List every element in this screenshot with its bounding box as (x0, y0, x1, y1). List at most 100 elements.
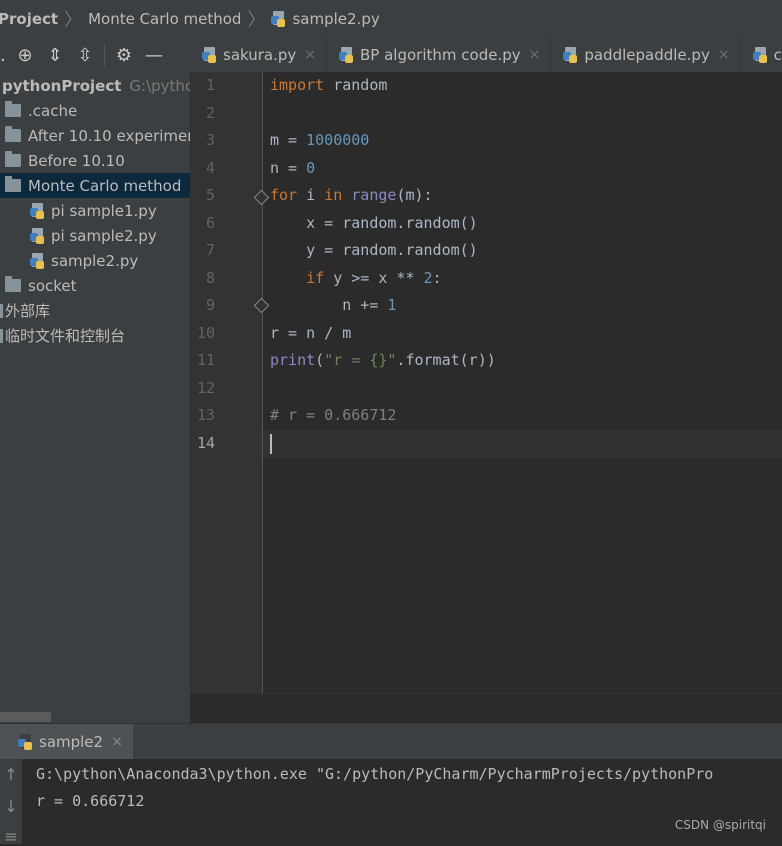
line-number: 12 (196, 378, 215, 397)
run-console[interactable]: G:\python\Anaconda3\python.exe "G:/pytho… (22, 759, 782, 844)
code-token: 0 (306, 158, 316, 177)
tab-sakura[interactable]: sakura.py × (190, 38, 327, 72)
tree-root-project[interactable]: pythonProject G:\python (0, 73, 190, 98)
code-token: 2 (423, 268, 433, 287)
breadcrumb: Project 〉 Monte Carlo method 〉 sample2.p… (0, 0, 782, 39)
arrow-up-icon[interactable]: ↑ (0, 765, 22, 784)
code-token: ( (315, 351, 325, 369)
tab-paddlepaddle[interactable]: paddlepaddle.py × (551, 38, 741, 72)
line-number: 10 (196, 323, 215, 342)
code-token: 1000000 (306, 131, 370, 149)
code-line-1: import random (270, 72, 387, 100)
python-file-icon (30, 252, 46, 269)
code-editor[interactable]: 1 2 3 4 5 6 7 8 9 10 11 12 13 14 import … (190, 72, 782, 693)
locate-file-icon[interactable]: ⊕ (10, 40, 40, 70)
close-icon[interactable]: × (111, 734, 123, 750)
folder-icon (5, 276, 21, 292)
folder-icon (5, 176, 21, 192)
fold-marker-icon[interactable] (253, 297, 270, 314)
folder-icon (5, 151, 21, 167)
line-number: 1 (205, 76, 215, 94)
code-token: 1 (387, 296, 397, 314)
code-token: n += (270, 296, 388, 314)
code-line-11: print("r = {}".format(r)) (270, 347, 496, 375)
expand-all-icon[interactable]: ⇕ (40, 40, 70, 70)
code-token: range (351, 186, 397, 204)
arrow-down-icon[interactable]: ↓ (0, 797, 22, 816)
code-token: .format(r)) (396, 351, 496, 369)
code-token: i (297, 186, 325, 204)
python-file-icon (339, 47, 355, 63)
tree-item-sample2[interactable]: sample2.py (0, 248, 190, 273)
breadcrumb-file[interactable]: sample2.py (292, 10, 379, 28)
code-line-5: for i in range(m): (270, 182, 433, 210)
project-tree: pythonProject G:\python .cache After 10.… (0, 72, 191, 723)
python-file-icon (30, 227, 46, 244)
tree-item-socket[interactable]: socket (0, 273, 190, 298)
breadcrumb-separator-icon: 〉 (247, 10, 266, 31)
project-name: pythonProject (2, 76, 122, 95)
code-token: : (432, 268, 442, 287)
code-token: (m): (396, 186, 433, 204)
current-line-highlight (263, 430, 782, 458)
tab-cli[interactable]: cli (741, 38, 782, 72)
tree-item-label: 外部库 (5, 302, 51, 320)
run-tab-sample2[interactable]: sample2 × (0, 724, 133, 759)
tree-item-before[interactable]: Before 10.10 (0, 148, 190, 173)
collapse-all-icon[interactable]: ⇳ (70, 40, 100, 70)
tree-item-cache[interactable]: .cache (0, 98, 190, 123)
python-file-icon (202, 47, 218, 63)
tree-item-label: 临时文件和控制台 (5, 327, 126, 345)
line-number: 11 (196, 351, 215, 369)
folder-icon (5, 101, 21, 117)
code-line-4: n = 0 (270, 155, 315, 183)
tab-bp-algorithm[interactable]: BP algorithm code.py × (327, 38, 552, 72)
close-icon[interactable]: × (529, 47, 541, 63)
tree-item-label: .cache (28, 101, 78, 120)
tree-item-label: socket (28, 276, 77, 295)
code-token: for (270, 186, 298, 204)
sidebar-horizontal-scrollbar[interactable] (0, 712, 51, 722)
close-icon[interactable]: × (718, 47, 730, 63)
line-number: 13 (196, 406, 215, 424)
code-line-6: x = random.random() (270, 213, 478, 232)
tree-item-pi-sample1[interactable]: pi sample1.py (0, 198, 190, 223)
tab-label: BP algorithm code.py (360, 46, 521, 64)
tree-item-scratches[interactable]: 临时文件和控制台 (0, 323, 190, 348)
console-line: r = 0.666712 (36, 792, 145, 810)
tree-item-pi-sample2[interactable]: pi sample2.py (0, 223, 190, 248)
line-number: 6 (205, 213, 215, 232)
tree-item-external-libraries[interactable]: 外部库 (0, 298, 190, 323)
tree-item-label: pi sample2.py (51, 226, 157, 245)
fold-marker-icon[interactable] (253, 189, 270, 206)
line-number: 3 (205, 131, 215, 149)
project-toolbar: . ⊕ ⇕ ⇳ ⚙ — (0, 38, 190, 73)
line-number: 5 (205, 186, 215, 204)
code-line-10: r = n / m (270, 323, 352, 342)
tab-label: cli (773, 46, 782, 64)
code-token: print (270, 351, 316, 369)
hide-panel-icon[interactable]: — (139, 40, 169, 70)
breadcrumb-project[interactable]: Project (0, 10, 58, 28)
gear-icon[interactable]: ⚙ (109, 40, 139, 70)
library-icon (0, 303, 3, 318)
wrap-lines-icon[interactable]: ≡ (0, 827, 22, 846)
code-line-9: n += 1 (270, 292, 396, 320)
close-icon[interactable]: × (304, 47, 316, 63)
tree-item-label: Monte Carlo method (28, 176, 182, 195)
tree-item-after-experiment[interactable]: After 10.10 experiment (0, 123, 190, 148)
project-path: G:\python (129, 76, 190, 95)
code-token: random (324, 76, 388, 94)
tree-item-monte-carlo[interactable]: Monte Carlo method (0, 173, 190, 198)
tree-item-label: Before 10.10 (28, 151, 125, 170)
toolbar-divider (104, 44, 105, 66)
breadcrumb-folder[interactable]: Monte Carlo method (88, 10, 241, 28)
project-view-dropdown-icon[interactable]: . (0, 40, 10, 70)
code-token: "r = {}" (324, 351, 397, 369)
run-panel-header: sample2 × (0, 723, 782, 760)
code-line-13: # r = 0.666712 (270, 406, 397, 424)
tree-item-label: pi sample1.py (51, 201, 157, 220)
tab-label: sakura.py (223, 46, 297, 64)
code-token: y >= x ** (324, 268, 424, 287)
